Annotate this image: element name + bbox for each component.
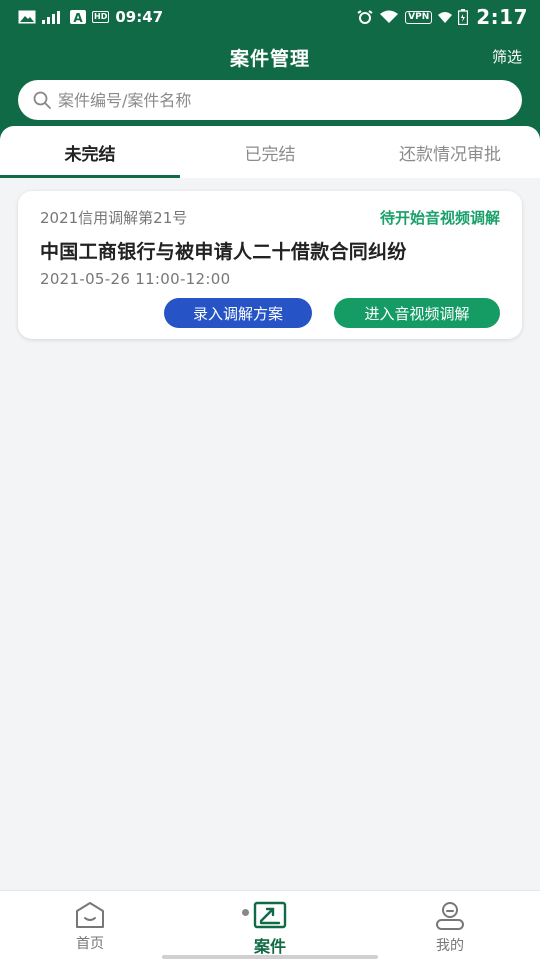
wifi-icon <box>438 9 453 25</box>
search-input[interactable] <box>58 90 498 110</box>
case-time: 2021-05-26 11:00-12:00 <box>40 270 231 288</box>
nav-item-case[interactable]: 案件 <box>180 891 360 960</box>
alarm-icon <box>357 9 373 25</box>
a-icon: A <box>70 9 86 25</box>
nav-label: 首页 <box>76 936 104 952</box>
tab-unfinished[interactable]: 未完结 <box>0 126 180 178</box>
image-icon <box>18 9 36 25</box>
nav-dot <box>242 909 249 916</box>
case-icon <box>253 901 287 929</box>
tab-repayment-approval[interactable]: 还款情况审批 <box>360 126 540 178</box>
hd-badge: HD <box>92 11 110 23</box>
bottom-nav: 首页 案件 我的 <box>0 890 540 960</box>
wifi-icon <box>379 9 399 25</box>
tab-label: 还款情况审批 <box>399 144 501 165</box>
profile-icon <box>436 902 464 930</box>
case-tabs: 未完结 已完结 还款情况审批 <box>0 126 540 178</box>
case-number: 2021信用调解第21号 <box>40 209 188 227</box>
enter-mediation-plan-button[interactable]: 录入调解方案 <box>164 298 312 328</box>
case-card[interactable]: 2021信用调解第21号 待开始音视频调解 中国工商银行与被申请人二十借款合同纠… <box>18 191 522 339</box>
vpn-badge: VPN <box>405 10 433 24</box>
battery-icon <box>458 9 469 25</box>
home-icon <box>76 902 104 928</box>
status-time: 09:47 <box>115 8 164 26</box>
tab-finished[interactable]: 已完结 <box>180 126 360 178</box>
nav-item-home[interactable]: 首页 <box>0 891 180 960</box>
nav-label: 案件 <box>253 937 286 956</box>
home-indicator <box>162 955 378 959</box>
search-bar[interactable] <box>18 80 522 120</box>
active-tab-indicator <box>0 175 180 178</box>
page-title: 案件管理 <box>229 48 310 70</box>
svg-text:A: A <box>73 11 83 24</box>
status-bar: A HD 09:47 VPN 2:17 <box>0 0 540 34</box>
search-icon <box>33 91 51 109</box>
enter-video-mediation-button[interactable]: 进入音视频调解 <box>334 298 500 328</box>
case-status-badge: 待开始音视频调解 <box>379 209 500 227</box>
status-bar-right: VPN 2:17 <box>357 5 528 29</box>
status-bar-left: A HD 09:47 <box>18 8 163 26</box>
nav-label: 我的 <box>436 938 464 954</box>
status-clock-overlay: 2:17 <box>476 5 528 29</box>
signal-icon <box>42 9 64 25</box>
case-title: 中国工商银行与被申请人二十借款合同纠纷 <box>40 241 407 263</box>
nav-item-mine[interactable]: 我的 <box>360 891 540 960</box>
tab-label: 已完结 <box>244 144 296 165</box>
tab-label: 未完结 <box>64 144 116 165</box>
filter-button[interactable]: 筛选 <box>492 46 522 67</box>
